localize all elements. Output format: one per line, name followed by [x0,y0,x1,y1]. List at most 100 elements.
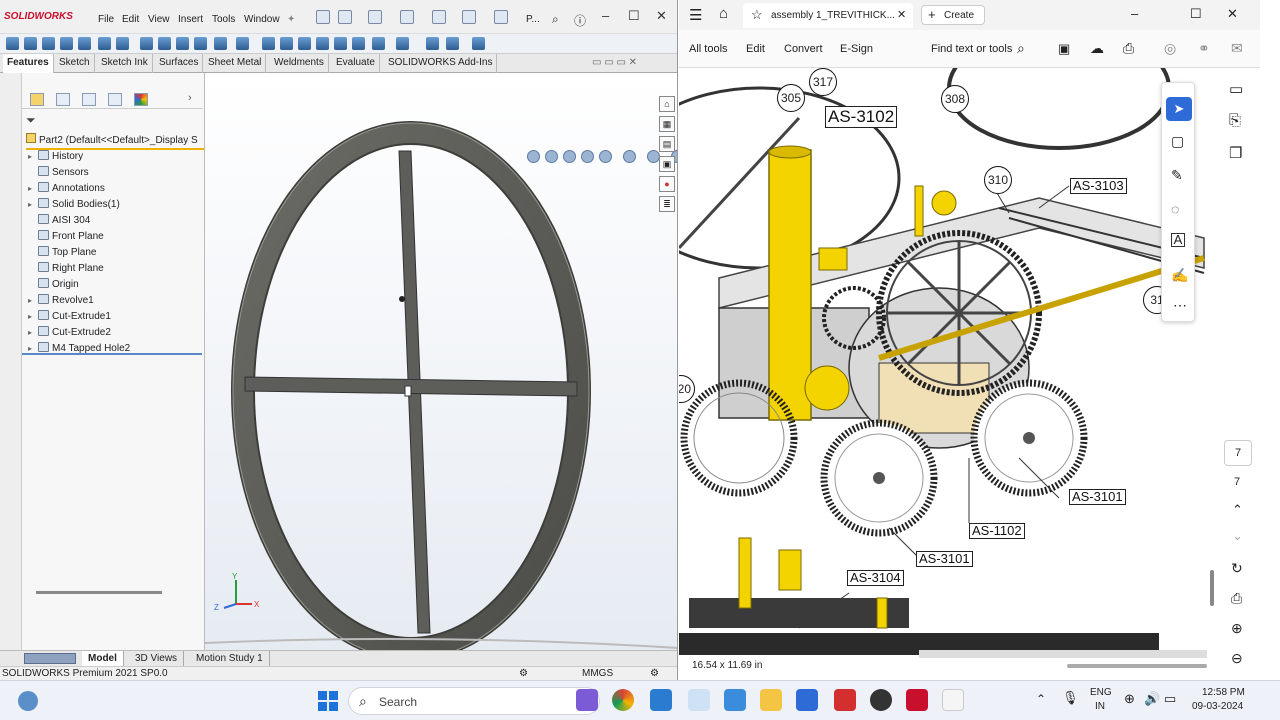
hamburger-menu-icon[interactable]: ☰ [689,6,702,24]
tree-item[interactable]: Right Plane [28,262,104,274]
mail-icon[interactable] [796,689,818,711]
maximize-icon[interactable]: ☐ [1190,6,1202,22]
pdf-drawing-canvas[interactable]: 305 317 308 310 31 120 AS-3102 AS-3103 A… [679,68,1207,676]
tab-3d-views[interactable]: 3D Views [129,651,185,666]
rollback-bar[interactable] [22,353,202,355]
open-icon[interactable] [368,10,382,24]
chrome-icon[interactable] [612,689,634,711]
rotate-icon[interactable]: ↻ [1231,560,1243,577]
save-icon[interactable]: ▣ [1058,41,1070,57]
file-explorer-icon[interactable] [760,689,782,711]
tree-root-part[interactable]: Part2 (Default<<Default>_Display S [26,133,204,150]
mail-icon[interactable]: ✉ [1231,40,1243,57]
link-icon[interactable]: ⚭ [1198,40,1210,57]
boundary-boss-icon[interactable] [78,37,91,50]
expand-arrow-icon[interactable]: ▸ [28,200,38,209]
zoom-to-fit-icon[interactable] [527,150,540,163]
tree-item[interactable]: Top Plane [28,246,96,258]
tree-item[interactable]: ▸ Solid Bodies(1) [28,198,120,210]
view-orientation-hud-icon[interactable] [623,150,636,163]
tab-solidworks-addins[interactable]: SOLIDWORKS Add-Ins [384,54,498,73]
mirror-icon[interactable] [352,37,365,50]
ai-assistant-icon[interactable]: ◎ [1164,40,1176,57]
page-number-input[interactable]: 7 [1224,440,1252,466]
acrobat-icon[interactable] [834,689,856,711]
find-text-label[interactable]: Find text or tools [931,43,1012,55]
dynamic-annotation-icon[interactable] [599,150,612,163]
solidworks-taskbar-icon[interactable] [906,689,928,711]
battery-icon[interactable]: ▭ [1164,691,1176,707]
chevron-up-icon[interactable]: ⌃ [1036,692,1046,706]
zoom-in-icon[interactable]: ⊕ [1231,620,1243,637]
horizontal-scrollbar[interactable] [36,591,162,594]
expand-arrow-icon[interactable]: ▸ [28,344,38,353]
reference-geometry-icon[interactable] [372,37,385,50]
new-document-icon[interactable] [338,10,352,24]
menu-view[interactable]: View [148,14,170,25]
custom-properties-icon[interactable]: ≣ [659,196,675,212]
tree-item[interactable]: ▸ History [28,150,83,162]
extract-icon[interactable]: ⎙ [1231,590,1242,607]
esign-menu[interactable]: E-Sign [840,43,873,55]
photos-icon[interactable] [724,689,746,711]
panel-controls-icon[interactable]: ▭ ▭ ▭ ✕ [592,57,637,68]
tree-item[interactable]: Front Plane [28,230,104,242]
customize-icon[interactable]: ⚙ [650,667,659,680]
expand-arrow-icon[interactable]: ▸ [28,184,38,193]
volume-icon[interactable]: 🔊 [1144,691,1160,707]
filter-icon[interactable]: ⏷ [26,113,36,128]
star-icon[interactable]: ☆ [751,7,763,23]
view-orientation-icon[interactable] [472,37,485,50]
extruded-boss-icon[interactable] [6,37,19,50]
clock-time[interactable]: 12:58 PM [1202,687,1245,698]
print-icon[interactable] [432,10,446,24]
rib-icon[interactable] [262,37,275,50]
lofted-cut-icon[interactable] [176,37,189,50]
tree-item[interactable]: ▸ Cut-Extrude2 [28,326,111,338]
expand-arrow-icon[interactable]: ▸ [28,152,38,161]
design-library-icon[interactable]: ▦ [659,116,675,132]
units-selector[interactable]: MMGS [582,667,613,680]
tree-item[interactable]: ▸ Revolve1 [28,294,94,306]
appearances-icon[interactable]: ● [659,176,675,192]
text-box-icon[interactable]: A [1171,233,1185,247]
revolved-boss-icon[interactable] [24,37,37,50]
section-view-icon[interactable] [581,150,594,163]
comments-icon[interactable]: ▭ [1229,80,1243,98]
expand-arrow-icon[interactable]: ▸ [28,328,38,337]
select-icon[interactable] [494,10,508,24]
highlight-icon[interactable]: ✎ [1171,167,1183,184]
minimize-icon[interactable]: – [602,8,609,23]
snipping-tool-icon[interactable] [688,689,710,711]
save-icon[interactable] [400,10,414,24]
add-comment-icon[interactable]: ▢ [1171,133,1184,150]
close-tab-icon[interactable]: ✕ [897,8,906,21]
zoom-to-area-icon[interactable] [545,150,558,163]
tab-weldments[interactable]: Weldments [270,54,329,73]
tab-sketch[interactable]: Sketch [55,54,95,73]
boundary-cut-icon[interactable] [194,37,207,50]
previous-view-icon[interactable] [563,150,576,163]
start-icon[interactable] [318,691,338,711]
vector-app-icon[interactable] [942,689,964,711]
search-stub[interactable]: P... [526,14,540,25]
tab-model[interactable]: Model [82,651,124,666]
curves-icon[interactable] [396,37,409,50]
more-icon[interactable]: ⋯ [1173,297,1187,314]
create-button[interactable]: + Create [921,5,985,25]
minimize-icon[interactable]: – [1131,6,1138,21]
close-icon[interactable]: ✕ [1227,6,1238,22]
menu-file[interactable]: File [98,14,114,25]
language-top[interactable]: ENG [1090,687,1112,698]
revolved-cut-icon[interactable] [140,37,153,50]
search-icon[interactable]: ⌕ [1017,40,1025,57]
wrap-icon[interactable] [316,37,329,50]
page-down-icon[interactable]: ⌄ [1232,528,1243,544]
fillet-icon[interactable] [214,37,227,50]
close-icon[interactable]: ✕ [656,8,667,24]
tree-item[interactable]: AISI 304 [28,214,90,226]
extruded-cut-icon[interactable] [98,37,111,50]
dimxpert-tab-icon[interactable] [108,93,122,106]
tab-sketch-ink[interactable]: Sketch Ink [97,54,153,73]
feature-tree-tab-icon[interactable] [30,93,44,106]
